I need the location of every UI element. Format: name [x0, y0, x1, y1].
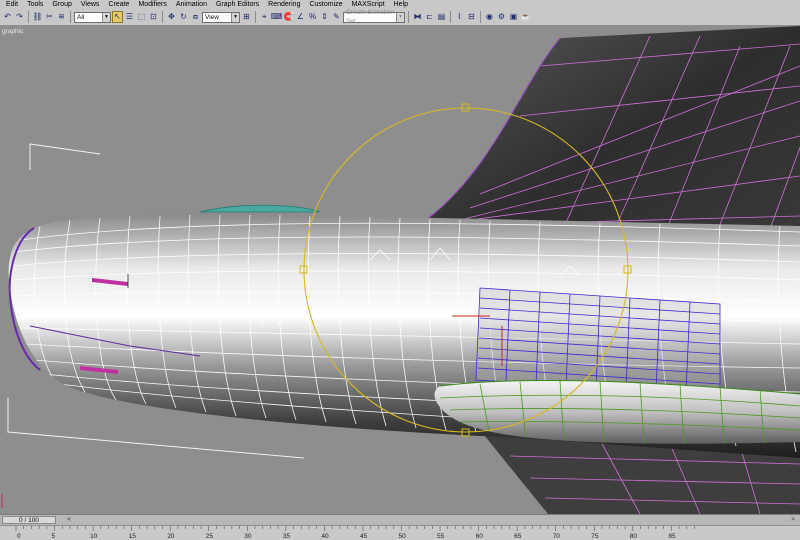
selection-filter-dropdown[interactable]: All ▼	[74, 11, 111, 23]
menu-item-customize[interactable]: Customize	[309, 0, 342, 9]
track-bar-tick-label: 25	[206, 533, 214, 540]
track-bar-tick-label: 80	[630, 533, 638, 540]
track-bar-tick-label: 50	[399, 533, 407, 540]
menu-item-group[interactable]: Group	[52, 0, 71, 9]
bind-to-space-warp-icon[interactable]: ≋	[56, 11, 67, 23]
select-object-icon[interactable]: ↖	[112, 11, 123, 23]
toolbar-separator	[70, 11, 71, 23]
keyboard-shortcut-override-icon[interactable]: ⌨	[271, 11, 283, 23]
time-slider-thumb[interactable]: 0 / 100	[2, 516, 56, 524]
menu-item-rendering[interactable]: Rendering	[268, 0, 300, 9]
toolbar-separator	[480, 11, 481, 23]
viewport-scene	[1, 26, 800, 514]
undo-icon[interactable]: ↶	[2, 11, 13, 23]
angle-snap-icon[interactable]: ∠	[295, 11, 306, 23]
chevron-down-icon: ▼	[231, 12, 239, 22]
track-bar-tick-label: 55	[437, 533, 445, 540]
track-bar-tick-label: 5	[52, 533, 56, 540]
chevron-down-icon: ▼	[396, 12, 404, 22]
select-and-rotate-icon[interactable]: ↻	[178, 11, 189, 23]
select-and-scale-icon[interactable]: ⧈	[190, 11, 201, 23]
toolbar-separator	[28, 11, 29, 23]
canopy-mesh[interactable]	[199, 204, 321, 213]
track-bar-tick-label: 60	[476, 533, 484, 540]
track-bar-tick-label: 75	[591, 533, 599, 540]
named-selection-set-dropdown[interactable]: Create Selection Set ▼	[343, 9, 405, 25]
layer-manager-icon[interactable]: ▤	[436, 11, 447, 23]
spinner-snap-icon[interactable]: ⇕	[319, 11, 330, 23]
menu-item-tools[interactable]: Tools	[27, 0, 43, 9]
selection-filter-value: All	[77, 13, 85, 21]
track-bar-tick-label: 85	[668, 533, 676, 540]
window-crossing-icon[interactable]: ⊡	[148, 11, 159, 23]
viewport-label[interactable]: graphic	[2, 28, 23, 35]
reference-coordinate-value: View	[205, 13, 219, 21]
reference-coordinate-dropdown[interactable]: View ▼	[202, 11, 240, 23]
render-production-icon[interactable]: ☕	[520, 11, 531, 23]
snaps-toggle-icon[interactable]: 🧲	[283, 11, 294, 23]
time-slider-next-button[interactable]: >	[788, 516, 798, 524]
mirror-icon[interactable]: ⧓	[412, 11, 423, 23]
perspective-viewport[interactable]: graphic	[0, 26, 800, 514]
track-bar-tick-label: 15	[129, 533, 137, 540]
redo-icon[interactable]: ↷	[14, 11, 25, 23]
track-bar-tick-label: 65	[514, 533, 522, 540]
percent-snap-icon[interactable]: %	[307, 11, 318, 23]
select-by-name-icon[interactable]: ☰	[124, 11, 135, 23]
time-slider-prev-button[interactable]: <	[64, 516, 74, 524]
toolbar-separator	[162, 11, 163, 23]
track-bar-ruler: 0 5 10 15 20 25 30 35 40 45 50 55 60 65 70 75 80 85	[15, 526, 695, 540]
render-setup-icon[interactable]: ⚙	[496, 11, 507, 23]
track-bar-tick-label: 30	[244, 533, 252, 540]
select-and-manipulate-icon[interactable]: ⌖	[259, 11, 270, 23]
track-bar-tick-label: 10	[90, 533, 98, 540]
toolbar-separator	[255, 11, 256, 23]
menu-item-animation[interactable]: Animation	[176, 0, 207, 9]
select-and-move-icon[interactable]: ✥	[166, 11, 177, 23]
track-bar[interactable]: 0 5 10 15 20 25 30 35 40 45 50 55 60 65 70 75 80 85	[0, 525, 800, 540]
time-slider[interactable]: 0 / 100 < >	[0, 514, 800, 525]
track-bar-tick-label: 40	[321, 533, 329, 540]
curve-editor-icon[interactable]: ⌇	[454, 11, 465, 23]
edit-named-selection-icon[interactable]: ✎	[331, 11, 342, 23]
toolbar-separator	[450, 11, 451, 23]
rendered-frame-window-icon[interactable]: ▣	[508, 11, 519, 23]
track-bar-tick-label: 0	[17, 533, 21, 540]
schematic-view-icon[interactable]: ⊟	[466, 11, 477, 23]
unlink-icon[interactable]: ✂	[44, 11, 55, 23]
chevron-down-icon: ▼	[102, 12, 110, 22]
track-bar-tick-label: 35	[283, 533, 291, 540]
menu-item-create[interactable]: Create	[108, 0, 129, 9]
menu-item-edit[interactable]: Edit	[6, 0, 18, 9]
track-bar-tick-label: 20	[167, 533, 175, 540]
rectangular-selection-icon[interactable]: ⬚	[136, 11, 147, 23]
main-toolbar: ↶ ↷ ⛓ ✂ ≋ All ▼ ↖ ☰ ⬚ ⊡ ✥ ↻ ⧈ View ▼ ⊞ ⌖…	[0, 9, 800, 26]
select-and-link-icon[interactable]: ⛓	[32, 11, 43, 23]
menu-item-modifiers[interactable]: Modifiers	[138, 0, 166, 9]
selected-panel-mesh[interactable]	[475, 287, 721, 395]
align-icon[interactable]: ⊏	[424, 11, 435, 23]
use-pivot-center-icon[interactable]: ⊞	[241, 11, 252, 23]
menu-item-graph-editors[interactable]: Graph Editors	[216, 0, 259, 9]
material-editor-icon[interactable]: ◉	[484, 11, 495, 23]
track-bar-tick-label: 70	[553, 533, 561, 540]
menu-item-views[interactable]: Views	[81, 0, 100, 9]
3dsmax-window: Edit Tools Group Views Create Modifiers Animat…	[0, 0, 800, 540]
toolbar-separator	[408, 11, 409, 23]
track-bar-tick-label: 45	[360, 533, 368, 540]
